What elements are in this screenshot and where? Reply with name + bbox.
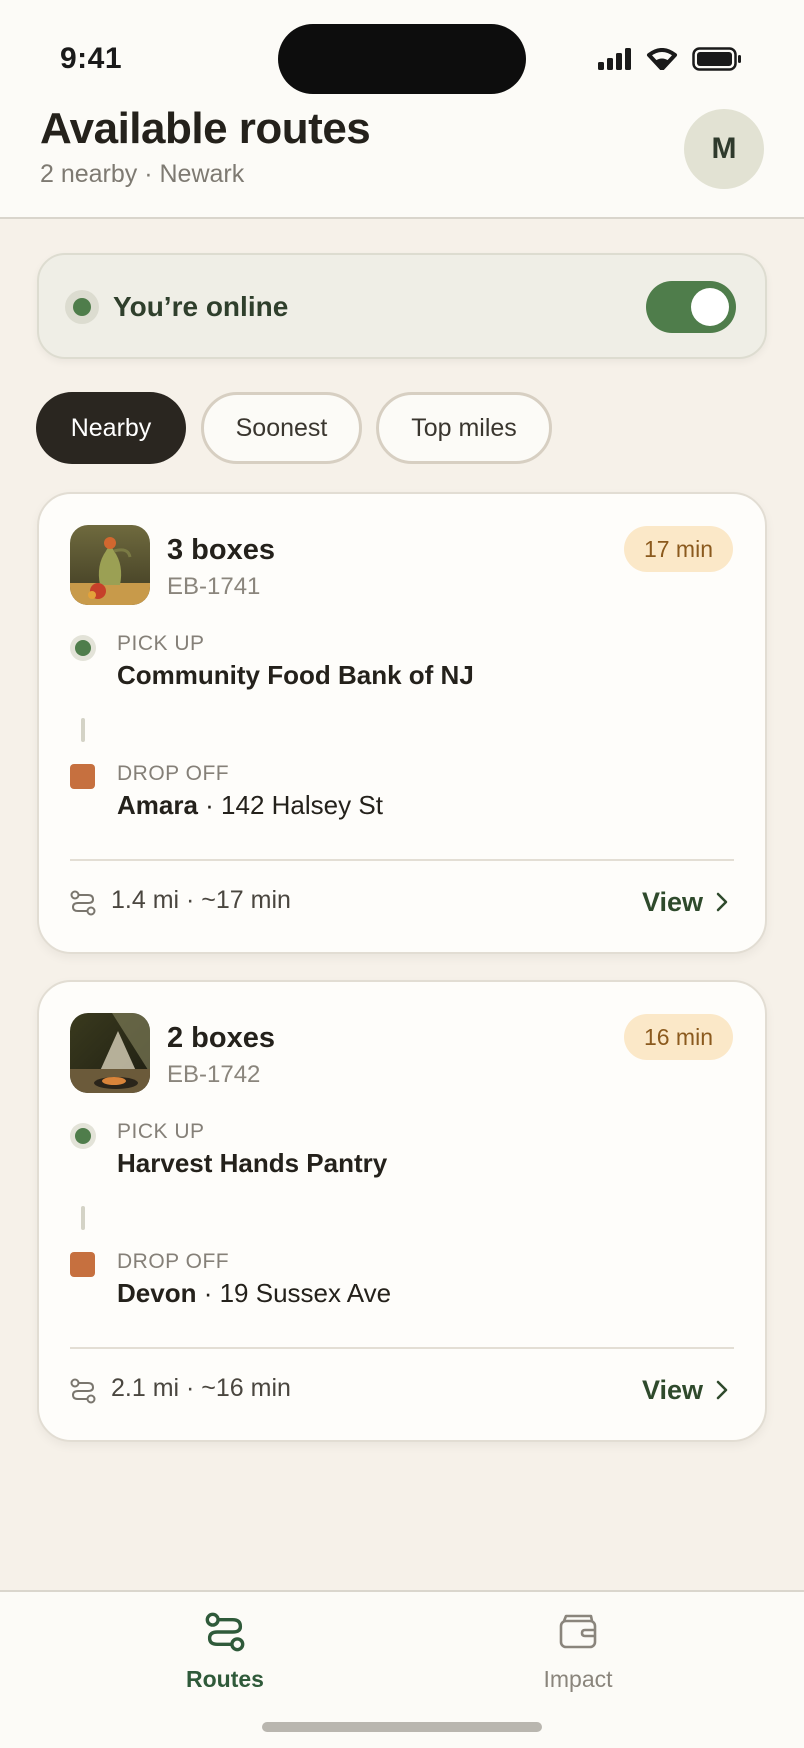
route-thumbnail — [70, 525, 150, 605]
online-status-card: You’re online — [37, 253, 767, 359]
route-card[interactable]: 2 boxes EB-1742 16 min PICK UP Harvest H… — [37, 980, 767, 1442]
dropoff-recipient: Devon — [117, 1278, 197, 1308]
route-card[interactable]: 3 boxes EB-1741 17 min PICK UP Community… — [37, 492, 767, 954]
dropoff-line: Amara · 142 Halsey St — [117, 790, 383, 821]
card-divider — [70, 1347, 734, 1349]
box-count: 2 boxes — [167, 1022, 275, 1054]
view-route-button[interactable]: View — [642, 1370, 729, 1410]
dropoff-address: 19 Sussex Ave — [219, 1278, 392, 1308]
route-thumbnail — [70, 1013, 150, 1093]
dropoff-separator: · — [196, 1278, 220, 1308]
dropoff-label: DROP OFF — [117, 762, 230, 785]
route-id: EB-1742 — [167, 1061, 261, 1088]
home-indicator — [262, 1722, 542, 1732]
pickup-marker-icon — [70, 1123, 96, 1149]
status-icons — [598, 44, 742, 74]
signal-icon — [598, 48, 631, 70]
route-id: EB-1741 — [167, 573, 261, 600]
filter-chip-nearby[interactable]: Nearby — [36, 392, 186, 464]
pickup-label: PICK UP — [117, 1120, 205, 1143]
view-label: View — [641, 1374, 703, 1405]
view-route-button[interactable]: View — [642, 882, 729, 922]
route-distance: 1.4 mi · ~17 min — [111, 886, 291, 914]
top-bar: 9:41 Available routes 2 nearby · Newark … — [0, 0, 804, 219]
online-label: You’re online — [113, 291, 289, 322]
dropoff-address: 142 Halsey St — [221, 790, 383, 820]
nav-item-routes[interactable]: Routes — [145, 1612, 305, 1693]
pickup-name: Harvest Hands Pantry — [117, 1148, 388, 1178]
route-connector — [81, 1206, 85, 1230]
pickup-name: Community Food Bank of NJ — [117, 660, 474, 690]
avatar[interactable]: M — [684, 109, 764, 189]
online-dot-icon — [73, 298, 91, 316]
online-indicator — [65, 290, 99, 324]
dropoff-recipient: Amara — [117, 790, 198, 820]
dropoff-marker-icon — [70, 1252, 95, 1277]
dropoff-label: DROP OFF — [117, 1250, 230, 1273]
dropoff-marker-icon — [70, 764, 95, 789]
chevron-right-icon — [716, 1380, 728, 1400]
online-toggle[interactable] — [646, 281, 736, 333]
view-label: View — [641, 886, 703, 917]
box-count: 3 boxes — [167, 534, 275, 566]
filter-chip-top-miles[interactable]: Top miles — [376, 392, 552, 464]
nav-item-impact[interactable]: Impact — [498, 1612, 658, 1693]
route-icon — [70, 1378, 96, 1404]
card-divider — [70, 859, 734, 861]
route-icon — [205, 1612, 245, 1652]
eta-badge: 16 min — [623, 1014, 733, 1060]
dynamic-island — [278, 24, 526, 94]
page-title: Available routes — [40, 104, 371, 153]
page-subtitle: 2 nearby · Newark — [40, 160, 245, 188]
pickup-label: PICK UP — [117, 632, 205, 655]
nav-label-impact: Impact — [543, 1666, 613, 1692]
route-connector — [81, 718, 85, 742]
status-time: 9:41 — [60, 42, 123, 75]
nav-label-routes: Routes — [186, 1666, 264, 1692]
eta-badge: 17 min — [623, 526, 733, 572]
route-distance: 2.1 mi · ~16 min — [111, 1374, 291, 1402]
wallet-icon — [559, 1614, 597, 1649]
wifi-icon — [647, 48, 677, 70]
route-icon — [70, 890, 96, 916]
filter-chip-soonest[interactable]: Soonest — [201, 392, 362, 464]
dropoff-separator: · — [197, 790, 222, 820]
dropoff-line: Devon · 19 Sussex Ave — [117, 1278, 391, 1309]
battery-icon — [692, 47, 741, 71]
pickup-marker-icon — [70, 635, 96, 661]
chevron-right-icon — [716, 892, 728, 912]
toggle-knob — [691, 288, 729, 326]
